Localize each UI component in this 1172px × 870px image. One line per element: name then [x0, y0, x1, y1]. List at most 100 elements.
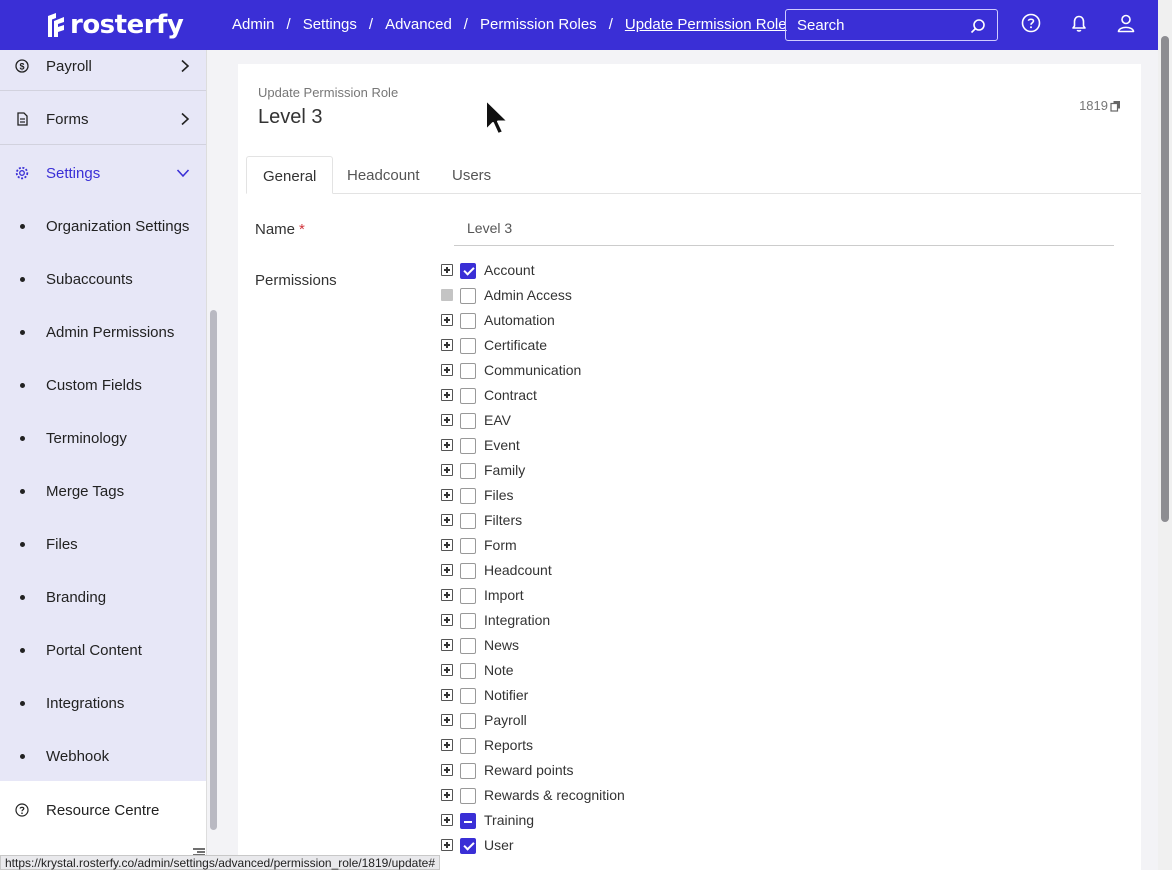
- user-icon[interactable]: [1116, 13, 1136, 33]
- expand-plus-icon[interactable]: [441, 764, 453, 776]
- permission-checkbox[interactable]: [460, 763, 476, 779]
- expand-plus-icon[interactable]: [441, 264, 453, 276]
- permission-checkbox[interactable]: [460, 513, 476, 529]
- expand-plus-icon[interactable]: [441, 589, 453, 601]
- permission-label[interactable]: Contract: [484, 387, 537, 403]
- sidebar-subitem-files[interactable]: Files: [0, 533, 206, 555]
- permission-label[interactable]: Account: [484, 262, 535, 278]
- permission-checkbox[interactable]: [460, 738, 476, 754]
- permission-label[interactable]: Admin Access: [484, 287, 572, 303]
- search-input[interactable]: Search: [785, 9, 998, 41]
- breadcrumb-update-permission-role[interactable]: Update Permission Role: [625, 16, 787, 33]
- page-scrollbar-thumb[interactable]: [1161, 36, 1169, 522]
- permission-checkbox[interactable]: [460, 588, 476, 604]
- expand-plus-icon[interactable]: [441, 564, 453, 576]
- sidebar-subitem-terminology[interactable]: Terminology: [0, 427, 206, 449]
- expand-plus-icon[interactable]: [441, 739, 453, 751]
- permission-label[interactable]: Note: [484, 662, 514, 678]
- expand-plus-icon[interactable]: [441, 514, 453, 526]
- permission-checkbox[interactable]: [460, 413, 476, 429]
- sidebar-subitem-organization-settings[interactable]: Organization Settings: [0, 215, 206, 237]
- permission-checkbox[interactable]: [460, 813, 476, 829]
- permission-checkbox[interactable]: [460, 563, 476, 579]
- permission-label[interactable]: EAV: [484, 412, 511, 428]
- expand-plus-icon[interactable]: [441, 614, 453, 626]
- sidebar-subitem-branding[interactable]: Branding: [0, 586, 206, 608]
- permission-label[interactable]: Training: [484, 812, 534, 828]
- permission-checkbox[interactable]: [460, 363, 476, 379]
- permission-label[interactable]: Certificate: [484, 337, 547, 353]
- permission-checkbox[interactable]: [460, 538, 476, 554]
- permission-checkbox[interactable]: [460, 838, 476, 854]
- permission-checkbox[interactable]: [460, 663, 476, 679]
- expand-plus-icon[interactable]: [441, 364, 453, 376]
- breadcrumb-permission-roles[interactable]: Permission Roles: [480, 16, 597, 33]
- permission-label[interactable]: Reward points: [484, 762, 574, 778]
- permission-label[interactable]: Integration: [484, 612, 550, 628]
- permission-checkbox[interactable]: [460, 713, 476, 729]
- bell-icon[interactable]: [1069, 13, 1089, 33]
- expand-plus-icon[interactable]: [441, 539, 453, 551]
- permission-label[interactable]: Communication: [484, 362, 581, 378]
- permission-label[interactable]: News: [484, 637, 519, 653]
- expand-plus-icon[interactable]: [441, 339, 453, 351]
- permission-checkbox[interactable]: [460, 638, 476, 654]
- sidebar-subitem-custom-fields[interactable]: Custom Fields: [0, 374, 206, 396]
- brand-logo[interactable]: rosterfy: [46, 10, 184, 40]
- tab-general[interactable]: General: [246, 156, 334, 194]
- search-icon[interactable]: [970, 18, 986, 34]
- expand-plus-icon[interactable]: [441, 839, 453, 851]
- expand-plus-icon[interactable]: [441, 664, 453, 676]
- expand-plus-icon[interactable]: [441, 814, 453, 826]
- sidebar-subitem-integrations[interactable]: Integrations: [0, 692, 206, 714]
- permission-label[interactable]: Rewards & recognition: [484, 787, 625, 803]
- permission-checkbox[interactable]: [460, 488, 476, 504]
- permission-checkbox[interactable]: [460, 463, 476, 479]
- permission-label[interactable]: Notifier: [484, 687, 528, 703]
- sidebar-subitem-merge-tags[interactable]: Merge Tags: [0, 480, 206, 502]
- permission-label[interactable]: Import: [484, 587, 524, 603]
- sidebar-subitem-subaccounts[interactable]: Subaccounts: [0, 268, 206, 290]
- sidebar-item-payroll[interactable]: $ Payroll: [0, 55, 206, 77]
- tab-headcount[interactable]: Headcount: [331, 156, 436, 194]
- permission-checkbox[interactable]: [460, 438, 476, 454]
- expand-plus-icon[interactable]: [441, 789, 453, 801]
- permission-checkbox[interactable]: [460, 388, 476, 404]
- permission-checkbox[interactable]: [460, 613, 476, 629]
- expand-plus-icon[interactable]: [441, 389, 453, 401]
- sidebar-item-resource-centre[interactable]: Resource Centre: [0, 799, 206, 821]
- permission-label[interactable]: Headcount: [484, 562, 552, 578]
- expand-plus-icon[interactable]: [441, 689, 453, 701]
- expand-plus-icon[interactable]: [441, 439, 453, 451]
- permission-label[interactable]: Form: [484, 537, 517, 553]
- permission-label[interactable]: Family: [484, 462, 525, 478]
- expand-plus-icon[interactable]: [441, 639, 453, 651]
- expand-plus-icon[interactable]: [441, 489, 453, 501]
- breadcrumb-advanced[interactable]: Advanced: [385, 16, 452, 33]
- permission-checkbox[interactable]: [460, 338, 476, 354]
- sidebar-subitem-portal-content[interactable]: Portal Content: [0, 639, 206, 661]
- help-icon[interactable]: [1021, 13, 1041, 33]
- expand-plus-icon[interactable]: [441, 714, 453, 726]
- permission-label[interactable]: Files: [484, 487, 514, 503]
- permission-label[interactable]: Automation: [484, 312, 555, 328]
- name-field[interactable]: Level 3: [454, 210, 1114, 246]
- permission-label[interactable]: Filters: [484, 512, 522, 528]
- tab-users[interactable]: Users: [436, 156, 507, 194]
- sidebar-item-forms[interactable]: Forms: [0, 108, 206, 130]
- sidebar-scrollbar[interactable]: [210, 310, 217, 830]
- breadcrumb-settings[interactable]: Settings: [303, 16, 357, 33]
- breadcrumb-admin[interactable]: Admin: [232, 16, 275, 33]
- expand-plus-icon[interactable]: [441, 314, 453, 326]
- permission-checkbox[interactable]: [460, 263, 476, 279]
- permission-checkbox[interactable]: [460, 788, 476, 804]
- permission-label[interactable]: Payroll: [484, 712, 527, 728]
- permission-checkbox[interactable]: [460, 313, 476, 329]
- permission-label[interactable]: Event: [484, 437, 520, 453]
- sidebar-subitem-admin-permissions[interactable]: Admin Permissions: [0, 321, 206, 343]
- sidebar-item-settings[interactable]: Settings: [0, 162, 206, 184]
- permission-checkbox[interactable]: [460, 688, 476, 704]
- expand-plus-icon[interactable]: [441, 414, 453, 426]
- copy-icon[interactable]: [1110, 100, 1121, 112]
- permission-label[interactable]: Reports: [484, 737, 533, 753]
